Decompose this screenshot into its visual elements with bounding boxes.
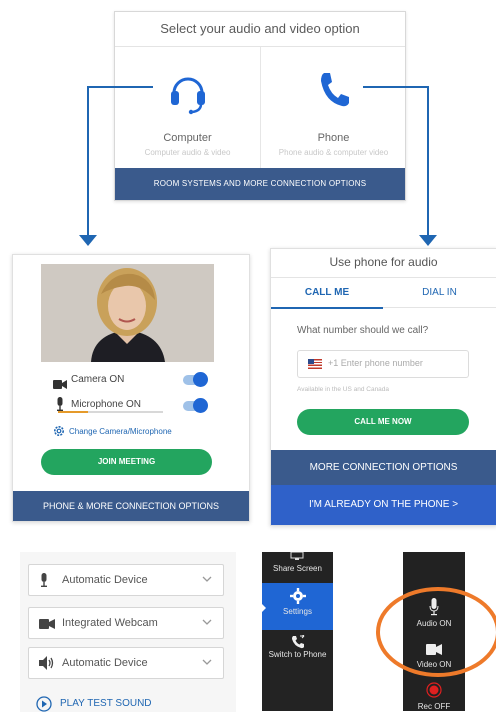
computer-option-sub: Computer audio & video (144, 148, 231, 157)
headset-icon (170, 77, 205, 115)
settings-gear-icon (54, 426, 64, 436)
country-code: +1 (328, 358, 339, 368)
toggle-knob (193, 398, 208, 413)
play-test-sound-button[interactable]: PLAY TEST SOUND (60, 698, 152, 709)
connector-line (363, 86, 429, 88)
microphone-level-meter (58, 411, 163, 413)
play-icon[interactable] (36, 696, 52, 712)
selector-title: Select your audio and video option (115, 12, 405, 47)
record-icon (426, 682, 442, 698)
tab-dial-in[interactable]: DIAL IN (383, 279, 496, 308)
phone-more-options-button[interactable]: PHONE & MORE CONNECTION OPTIONS (13, 491, 249, 521)
availability-note: Available in the US and Canada (297, 386, 390, 393)
speaker-select-value: Automatic Device (62, 657, 148, 669)
toggle-knob (193, 372, 208, 387)
call-me-now-button[interactable]: CALL ME NOW (297, 409, 469, 435)
computer-option-label: Computer (163, 132, 212, 144)
already-on-phone-button[interactable]: I'M ALREADY ON THE PHONE > (271, 485, 496, 525)
arrow-down-icon (79, 235, 97, 246)
phone-option[interactable]: Phone Phone audio & computer video (261, 47, 406, 169)
chevron-down-icon (202, 619, 212, 625)
phone-icon (320, 73, 349, 107)
camera-icon (53, 376, 67, 389)
microphone-icon (41, 573, 47, 587)
call-question: What number should we call? (297, 325, 429, 336)
tab-call-me[interactable]: CALL ME (271, 279, 383, 309)
computer-audio-panel: Camera ON Microphone ON Change Camera/Mi… (12, 254, 250, 522)
phone-audio-panel: Use phone for audio CALL ME DIAL IN What… (270, 248, 496, 526)
microphone-select[interactable]: Automatic Device (28, 564, 224, 596)
camera-status-label: Camera ON (71, 374, 125, 385)
sidebar-item-switch-to-phone[interactable]: Switch to Phone (262, 650, 333, 659)
camera-select[interactable]: Integrated Webcam (28, 607, 224, 639)
connector-line (427, 86, 429, 236)
camera-toggle[interactable] (183, 372, 208, 387)
switch-to-phone-icon (292, 635, 305, 649)
room-systems-button[interactable]: ROOM SYSTEMS AND MORE CONNECTION OPTIONS (115, 168, 405, 200)
device-settings-panel: Automatic Device Integrated Webcam Autom… (20, 552, 236, 712)
speaker-icon (39, 656, 54, 670)
highlight-ring (376, 587, 496, 677)
phone-placeholder-text: Enter phone number (340, 358, 423, 368)
sidebar-item-settings: Settings (283, 607, 312, 616)
phone-panel-title: Use phone for audio (271, 249, 496, 278)
audio-video-selector: Select your audio and video option Compu… (114, 11, 406, 201)
phone-placeholder: +1 Enter phone number (328, 358, 423, 368)
microphone-icon (56, 397, 64, 411)
phone-number-input[interactable]: +1 Enter phone number (297, 350, 469, 378)
connector-line (87, 86, 89, 236)
microphone-level-fill (58, 411, 88, 413)
rec-off-button[interactable]: Rec OFF (403, 702, 465, 711)
us-flag-icon (308, 359, 322, 369)
sidebar-active-notch (260, 602, 266, 614)
chevron-down-icon (202, 576, 212, 582)
computer-option[interactable]: Computer Computer audio & video (115, 47, 261, 169)
microphone-toggle[interactable] (183, 398, 208, 413)
sidebar-item-settings-active[interactable]: Settings (262, 583, 333, 630)
join-meeting-button[interactable]: JOIN MEETING (41, 449, 212, 475)
meeting-sidebar: Share Screen Settings Switch to Phone (260, 552, 333, 711)
phone-option-sub: Phone audio & computer video (278, 148, 389, 157)
microphone-status-label: Microphone ON (71, 399, 142, 410)
share-screen-icon (290, 552, 304, 560)
speaker-select[interactable]: Automatic Device (28, 647, 224, 679)
camera-icon (39, 619, 55, 629)
connector-line (87, 86, 153, 88)
arrow-down-icon (419, 235, 437, 246)
more-connection-options-button[interactable]: MORE CONNECTION OPTIONS (271, 450, 496, 485)
phone-option-label: Phone (317, 132, 350, 144)
sidebar-item-share-screen[interactable]: Share Screen (262, 564, 333, 573)
person-image (41, 264, 214, 362)
microphone-select-value: Automatic Device (62, 574, 148, 586)
gear-icon (290, 588, 306, 604)
change-camera-microphone-link[interactable]: Change Camera/Microphone (69, 427, 172, 436)
camera-select-value: Integrated Webcam (62, 617, 158, 629)
chevron-down-icon (202, 659, 212, 665)
webcam-preview (41, 264, 214, 362)
